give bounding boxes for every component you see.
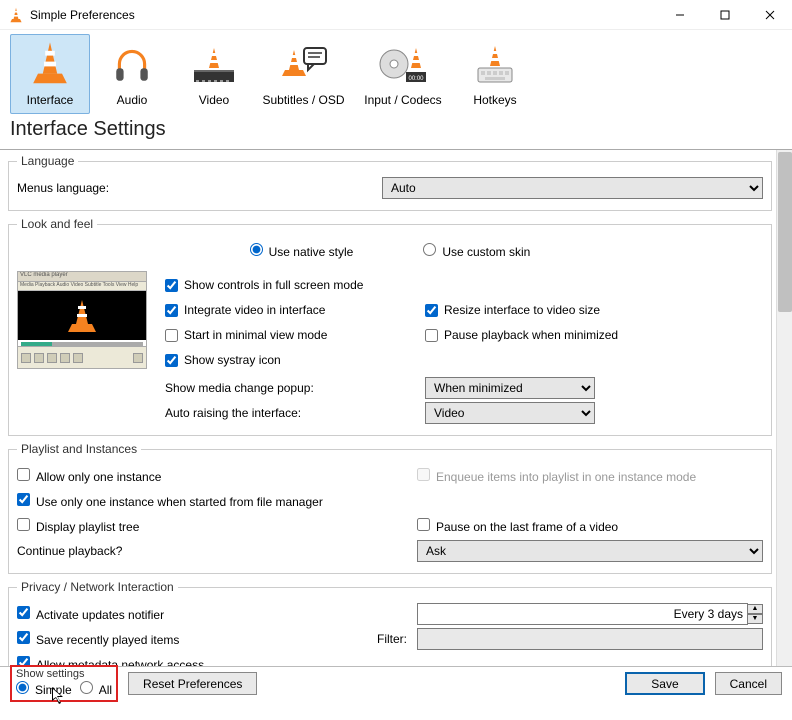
group-language: Language Menus language: Auto [8, 154, 772, 211]
tab-label: Subtitles / OSD [259, 93, 348, 107]
category-tabs: Interface Audio Video Subtitles / OSD 00… [0, 30, 792, 114]
chk-one-instance[interactable]: Allow only one instance [17, 470, 161, 484]
auto-raise-label: Auto raising the interface: [165, 406, 425, 420]
filter-label: Filter: [377, 632, 417, 646]
tab-input-codecs[interactable]: 00:00 Input / Codecs [353, 34, 453, 114]
settings-scroll-area: Language Menus language: Auto Look and f… [0, 150, 776, 666]
disc-cone-icon: 00:00 [356, 39, 450, 89]
chk-systray[interactable]: Show systray icon [165, 353, 281, 367]
update-frequency-input[interactable] [417, 603, 748, 625]
minimize-button[interactable] [657, 0, 702, 30]
chk-fullscreen-controls[interactable]: Show controls in full screen mode [165, 278, 363, 292]
reset-preferences-button[interactable]: Reset Preferences [128, 672, 257, 695]
tab-label: Input / Codecs [356, 93, 450, 107]
save-button[interactable]: Save [625, 672, 704, 695]
chk-pause-minimized[interactable]: Pause playback when minimized [425, 328, 618, 342]
group-legend: Look and feel [17, 217, 97, 231]
chk-pause-last-frame[interactable]: Pause on the last frame of a video [417, 518, 618, 534]
tab-label: Hotkeys [458, 93, 532, 107]
tab-label: Interface [13, 93, 87, 107]
chk-resize-to-video[interactable]: Resize interface to video size [425, 303, 600, 317]
vlc-cone-icon [8, 7, 24, 23]
group-playlist: Playlist and Instances Allow only one in… [8, 442, 772, 574]
tab-label: Video [177, 93, 251, 107]
cone-icon [13, 39, 87, 89]
footer: Show settings Simple All Reset Preferenc… [0, 666, 792, 700]
tab-audio[interactable]: Audio [92, 34, 172, 114]
group-legend: Playlist and Instances [17, 442, 141, 456]
radio-show-all[interactable]: All [80, 681, 112, 697]
group-privacy: Privacy / Network Interaction Activate u… [8, 580, 772, 666]
tab-interface[interactable]: Interface [10, 34, 90, 114]
cancel-button[interactable]: Cancel [715, 672, 782, 695]
chk-one-instance-fm[interactable]: Use only one instance when started from … [17, 493, 323, 509]
chk-save-recent[interactable]: Save recently played items [17, 633, 179, 647]
update-frequency-spinner[interactable]: ▲▼ [747, 604, 763, 624]
tab-hotkeys[interactable]: Hotkeys [455, 34, 535, 114]
group-legend: Language [17, 154, 78, 168]
svg-text:00:00: 00:00 [408, 76, 424, 82]
group-look-and-feel: Look and feel Use native style Use custo… [8, 217, 772, 436]
keyboard-cone-icon [458, 39, 532, 89]
media-change-label: Show media change popup: [165, 381, 425, 395]
tab-video[interactable]: Video [174, 34, 254, 114]
page-title: Interface Settings [0, 114, 792, 149]
show-settings-group: Show settings Simple All [10, 665, 118, 702]
show-settings-label: Show settings [16, 668, 112, 680]
window-title: Simple Preferences [30, 8, 657, 22]
chk-enqueue: Enqueue items into playlist in one insta… [417, 468, 696, 484]
tab-subtitles[interactable]: Subtitles / OSD [256, 34, 351, 114]
auto-raise-select[interactable]: Video [425, 402, 595, 424]
menus-language-select[interactable]: Auto [382, 177, 763, 199]
continue-playback-select[interactable]: Ask [417, 540, 763, 562]
chk-start-minimal[interactable]: Start in minimal view mode [165, 328, 327, 342]
group-legend: Privacy / Network Interaction [17, 580, 178, 594]
radio-custom-skin[interactable]: Use custom skin [423, 243, 530, 259]
media-change-select[interactable]: When minimized [425, 377, 595, 399]
vertical-scrollbar[interactable] [776, 150, 792, 666]
radio-show-simple[interactable]: Simple [16, 681, 72, 697]
title-bar: Simple Preferences [0, 0, 792, 30]
filter-input[interactable] [417, 628, 763, 650]
tab-label: Audio [95, 93, 169, 107]
chk-display-tree[interactable]: Display playlist tree [17, 520, 139, 534]
chk-updates-notifier[interactable]: Activate updates notifier [17, 608, 164, 622]
headphones-icon [95, 39, 169, 89]
chk-integrate-video[interactable]: Integrate video in interface [165, 303, 325, 317]
maximize-button[interactable] [702, 0, 747, 30]
continue-playback-label: Continue playback? [17, 544, 417, 558]
interface-preview: VLC media player Media Playback Audio Vi… [17, 271, 147, 369]
radio-native-style[interactable]: Use native style [250, 243, 354, 259]
close-button[interactable] [747, 0, 792, 30]
speech-cone-icon [259, 39, 348, 89]
film-cone-icon [177, 39, 251, 89]
menus-language-label: Menus language: [17, 181, 382, 195]
